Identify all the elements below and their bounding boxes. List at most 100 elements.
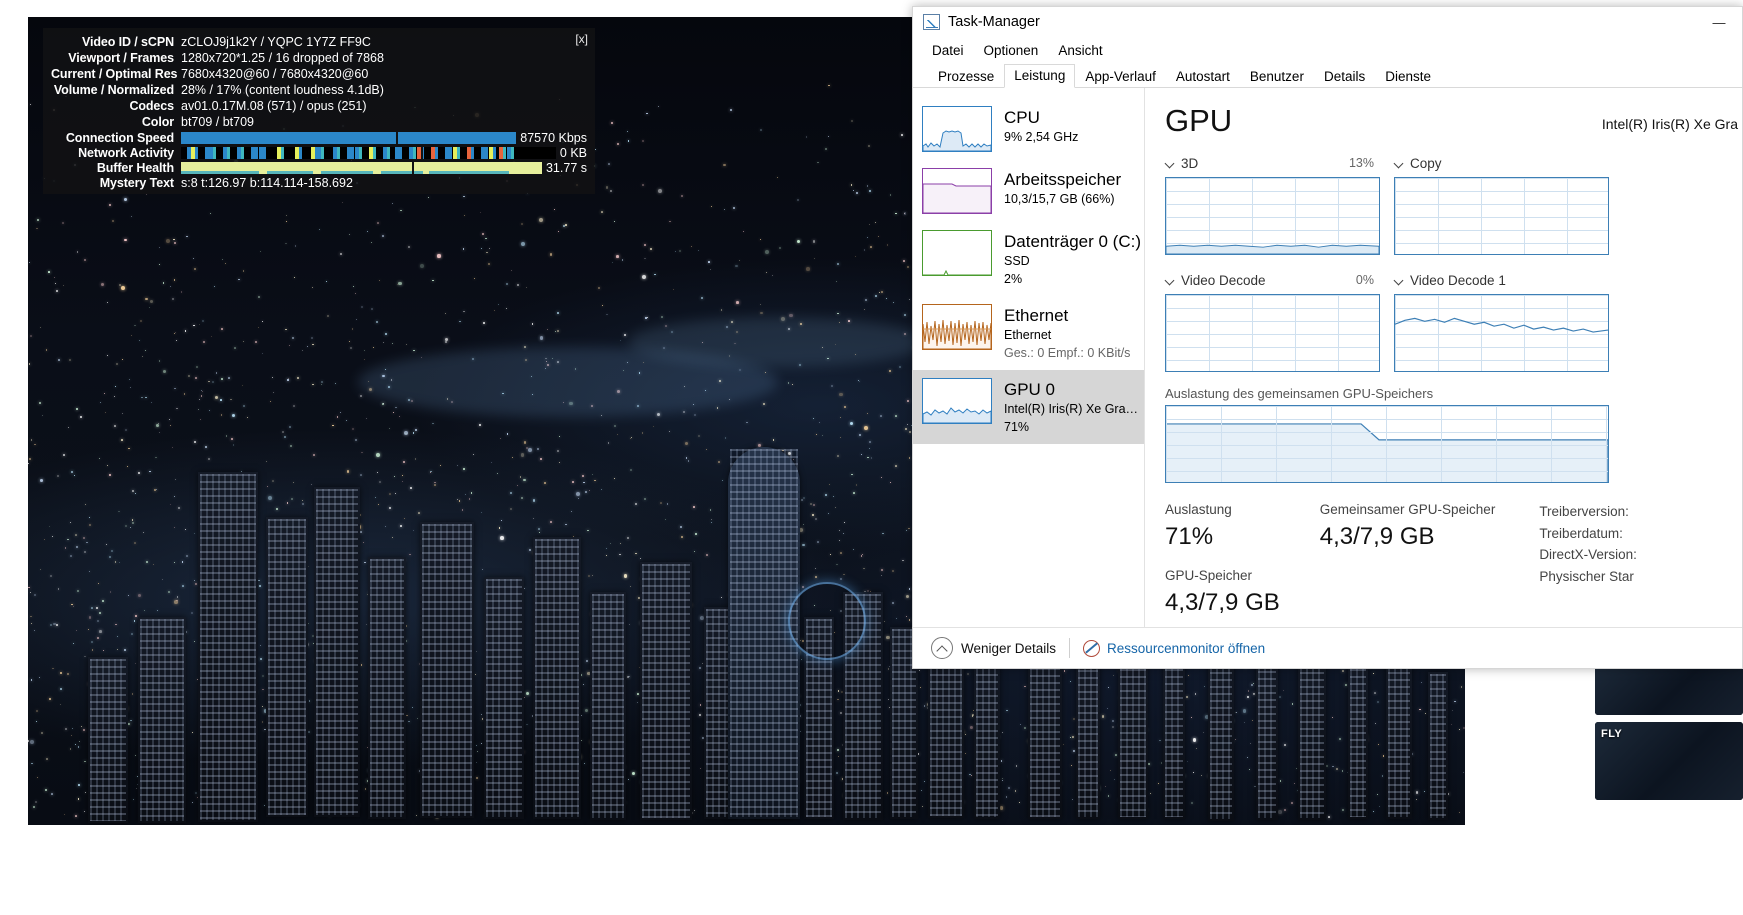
less-details-button[interactable]: Weniger Details	[931, 637, 1056, 659]
gpu-device-name: Intel(R) Iris(R) Xe Gra	[1601, 116, 1738, 132]
graph-header[interactable]: Video Decode 0%	[1165, 271, 1380, 289]
info-key: Treiberdatum:	[1539, 525, 1623, 541]
graph-label: Video Decode 1	[1410, 272, 1506, 288]
mystery-text-row: Mystery Text s:8 t:126.97 b:114.114-158.…	[51, 175, 587, 191]
chevron-down-icon[interactable]	[1165, 158, 1176, 169]
stat-row: Codecs av01.0.17M.08 (571) / opus (251)	[51, 98, 587, 114]
graph-header[interactable]: 3D 13%	[1165, 154, 1380, 172]
network-activity-row: Network Activity 0 KB	[51, 145, 587, 160]
tab-dienste[interactable]: Dienste	[1375, 65, 1441, 88]
resource-text: GPU 0 Intel(R) Iris(R) Xe Gra… 71%	[1004, 378, 1138, 436]
menu-bar: Datei Optionen Ansicht	[913, 37, 1742, 63]
sidebar-item-gpu[interactable]: GPU 0 Intel(R) Iris(R) Xe Gra… 71%	[913, 370, 1144, 444]
cpu-mini-graph	[922, 106, 992, 152]
stat-value: zCLOJ9j1k2Y / YQPC 1Y7Z FF9C	[181, 35, 371, 49]
graph-video-decode-1: Video Decode 1	[1394, 271, 1609, 372]
shared-memory-plot	[1165, 405, 1609, 483]
resource-detail: 9% 2,54 GHz	[1004, 130, 1079, 144]
stat-label: Codecs	[129, 99, 174, 113]
chevron-down-icon[interactable]	[1394, 275, 1405, 286]
gpu-graph-row-1: 3D 13% Copy	[1165, 154, 1742, 255]
graph-copy: Copy	[1394, 154, 1609, 255]
resource-monitor-icon	[1083, 639, 1101, 657]
menu-item-optionen[interactable]: Optionen	[984, 43, 1039, 58]
stat-label: Viewport / Frames	[68, 51, 174, 65]
task-manager-body: CPU 9% 2,54 GHz Arbeitsspeicher 10,3/15,…	[913, 88, 1742, 650]
tab-benutzer[interactable]: Benutzer	[1240, 65, 1314, 88]
stat-label: Connection Speed	[65, 130, 174, 145]
divider	[1069, 638, 1071, 658]
stat-auslastung: Auslastung 71% GPU-Speicher 4,3/7,9 GB	[1165, 501, 1280, 619]
resource-detail: 10,3/15,7 GB (66%)	[1004, 192, 1115, 206]
stat-row: Viewport / Frames 1280x720*1.25 / 16 dro…	[51, 50, 587, 66]
stat-value: 4,3/7,9 GB	[1165, 589, 1280, 616]
menu-item-datei[interactable]: Datei	[932, 43, 964, 58]
stat-value: 4,3/7,9 GB	[1319, 523, 1435, 550]
resource-detail: Ges.: 0 Empf.: 0 KBit/s	[1004, 346, 1131, 360]
close-icon[interactable]: [x]	[575, 32, 588, 46]
chevron-down-icon[interactable]	[1394, 158, 1405, 169]
sidebar-item-ethernet[interactable]: Ethernet Ethernet Ges.: 0 Empf.: 0 KBit/…	[913, 296, 1144, 370]
footer-bar: Weniger Details Ressourcenmonitor öffnen	[913, 627, 1742, 668]
ethernet-mini-graph	[922, 304, 992, 350]
page-title: GPU	[1165, 103, 1233, 138]
gpu-graph-row-2: Video Decode 0% Video Decode 1	[1165, 271, 1742, 372]
gpu-detail-pane: GPU Intel(R) Iris(R) Xe Gra 3D 13% Copy …	[1145, 88, 1742, 650]
graph-header[interactable]: Copy	[1394, 154, 1609, 172]
memory-mini-graph	[922, 168, 992, 214]
graph-video-decode: Video Decode 0%	[1165, 271, 1380, 372]
stat-key: Gemeinsamer GPU-Speicher	[1319, 502, 1496, 517]
sidebar-item-arbeitsspeicher[interactable]: Arbeitsspeicher 10,3/15,7 GB (66%)	[913, 160, 1144, 222]
stat-row: Color bt709 / bt709	[51, 114, 587, 130]
stat-value: 28% / 17% (content loudness 4.1dB)	[181, 83, 384, 97]
sidebar-item-cpu[interactable]: CPU 9% 2,54 GHz	[913, 98, 1144, 160]
graph-label: 3D	[1181, 155, 1199, 171]
resource-detail: 2%	[1004, 272, 1023, 286]
stat-label: Color	[141, 115, 174, 129]
video-stats-overlay[interactable]: [x] Video ID / sCPN zCLOJ9j1k2Y / YQPC 1…	[43, 28, 595, 194]
tab-autostart[interactable]: Autostart	[1166, 65, 1240, 88]
thumbnail-image: FLY	[1595, 722, 1743, 800]
stat-value: 7680x4320@60 / 7680x4320@60	[181, 67, 369, 81]
title-bar[interactable]: Task-Manager —	[913, 7, 1742, 37]
buffer-health-bar	[181, 161, 542, 174]
graph-plot	[1394, 294, 1609, 372]
menu-item-ansicht[interactable]: Ansicht	[1058, 43, 1102, 58]
chevron-up-circle-icon	[931, 637, 953, 659]
resource-monitor-link[interactable]: Ressourcenmonitor öffnen	[1083, 639, 1265, 657]
graph-plot	[1165, 177, 1380, 255]
task-manager-window[interactable]: Task-Manager — Datei Optionen Ansicht Pr…	[912, 6, 1743, 669]
resource-detail: Ethernet	[1004, 328, 1052, 342]
info-key: Physischer Star	[1539, 568, 1634, 584]
resource-text: Datenträger 0 (C:) SSD 2%	[1004, 230, 1141, 288]
stat-row: Volume / Normalized 28% / 17% (content l…	[51, 82, 587, 98]
sidebar-item-datentraeger[interactable]: Datenträger 0 (C:) SSD 2%	[913, 222, 1144, 296]
graph-label: Video Decode	[1181, 272, 1266, 288]
stat-row: Video ID / sCPN zCLOJ9j1k2Y / YQPC 1Y7Z …	[51, 34, 587, 50]
resource-text: Ethernet Ethernet Ges.: 0 Empf.: 0 KBit/…	[1004, 304, 1130, 362]
disk-mini-graph	[922, 230, 992, 276]
tab-leistung[interactable]: Leistung	[1004, 64, 1076, 88]
window-controls: —	[1696, 7, 1742, 37]
graph-header[interactable]: Video Decode 1	[1394, 271, 1609, 289]
window-title: Task-Manager	[948, 14, 1040, 30]
gpu-header: GPU Intel(R) Iris(R) Xe Gra	[1165, 104, 1742, 138]
tab-app-verlauf[interactable]: App-Verlauf	[1075, 65, 1166, 88]
tab-details[interactable]: Details	[1314, 65, 1375, 88]
gpu-mini-graph	[922, 378, 992, 424]
stat-value: 71%	[1165, 523, 1214, 550]
stat-label: Current / Optimal Res	[51, 67, 178, 81]
desktop-background: FLY [x] Video ID / sCPN zCLOJ9j1k2Y / YQ…	[0, 0, 1743, 915]
minimize-button[interactable]: —	[1696, 7, 1742, 37]
tab-prozesse[interactable]: Prozesse	[928, 65, 1004, 88]
graph-percent: 13%	[1348, 156, 1374, 170]
resource-name: Ethernet	[1004, 306, 1069, 325]
resource-name: Datenträger 0 (C:)	[1004, 232, 1141, 251]
graph-3d: 3D 13%	[1165, 154, 1380, 255]
graph-label: Copy	[1410, 155, 1442, 171]
stat-key: GPU-Speicher	[1165, 568, 1253, 583]
sidebar-thumbnail-2[interactable]: FLY	[1595, 722, 1743, 800]
stat-label: Buffer Health	[96, 160, 174, 175]
task-manager-icon	[923, 14, 940, 30]
chevron-down-icon[interactable]	[1165, 275, 1176, 286]
